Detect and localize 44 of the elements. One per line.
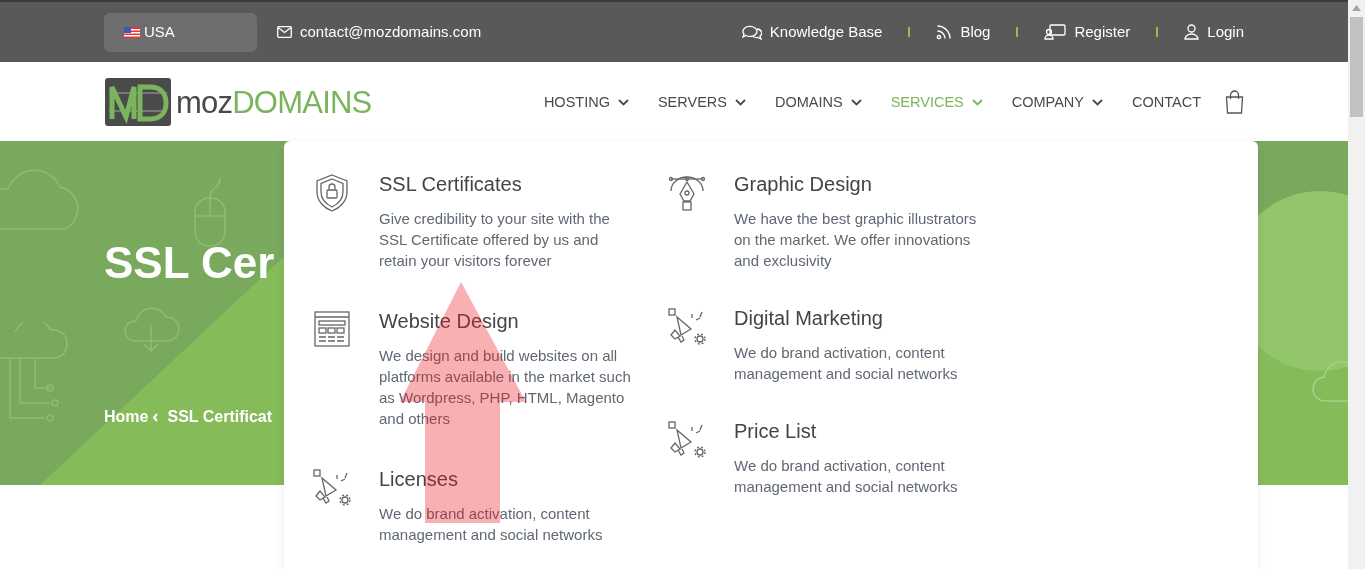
scroll-up-icon[interactable]: [1352, 5, 1361, 11]
nav-menu-item[interactable]: CONTACT: [1132, 91, 1201, 114]
register-icon: [1044, 24, 1067, 40]
service-description: We do brand activation, content management and social networks: [379, 504, 604, 545]
scrollbar[interactable]: [1348, 0, 1365, 569]
service-description: We do brand activation, content management and social networks: [734, 456, 959, 497]
email-link[interactable]: contact@mozdomains.com: [300, 20, 482, 44]
service-title[interactable]: Licenses: [379, 467, 631, 491]
nav-menu-item[interactable]: HOSTING: [543, 91, 629, 114]
megaphone-icon: [668, 421, 706, 459]
nav-menu-item[interactable]: DOMAINS: [775, 91, 862, 114]
service-description: We do brand activation, content management and social networks: [734, 343, 959, 384]
megaphone-icon: [668, 308, 706, 346]
service-title[interactable]: Price List: [734, 419, 986, 443]
page-title: SSL Cer: [104, 241, 275, 285]
top-bar-link[interactable]: Knowledge Base: [769, 20, 883, 44]
shield-lock-icon: [315, 174, 349, 212]
service-description: Give credibility to your site with the SSL Certificate offered by us and retain your visitors forever: [379, 209, 611, 271]
service-title[interactable]: Graphic Design: [734, 172, 986, 196]
rss-icon: [936, 24, 953, 40]
envelope-icon: [277, 26, 292, 38]
service-description: We have the best graphic illustrators on the market. We offer innovations and exclusivity: [734, 209, 978, 271]
browser-window-icon: [314, 311, 350, 347]
service-title[interactable]: SSL Certificates: [379, 172, 631, 196]
logo-text: mozDOMAINS: [176, 86, 372, 122]
nav-menu-item[interactable]: COMPANY: [1011, 91, 1103, 114]
service-description: We design and build websites on all platforms available in the market such as Wordpress, PHP, HTML, Magento and others: [379, 346, 631, 429]
megaphone-icon: [313, 469, 351, 507]
scrollbar-thumb[interactable]: [1350, 17, 1363, 117]
service-title[interactable]: Digital Marketing: [734, 306, 986, 330]
country-selector[interactable]: USA: [104, 12, 257, 52]
user-icon: [1184, 24, 1200, 40]
service-title[interactable]: Website Design: [379, 309, 631, 333]
nav-menu-item[interactable]: SERVERS: [657, 91, 746, 114]
top-bar-link[interactable]: Login: [1207, 20, 1244, 44]
chat-bubbles-icon: [741, 24, 762, 40]
logo-mark-icon: [104, 76, 172, 127]
top-bar-link[interactable]: Register: [1074, 20, 1131, 44]
flag-icon: [124, 26, 140, 38]
breadcrumb-current: SSL Certificat: [167, 407, 273, 427]
chevron-left-icon: [152, 412, 160, 422]
shopping-bag-icon[interactable]: [1225, 89, 1244, 114]
pen-tool-icon: [668, 174, 706, 212]
top-bar-link[interactable]: Blog: [960, 20, 991, 44]
